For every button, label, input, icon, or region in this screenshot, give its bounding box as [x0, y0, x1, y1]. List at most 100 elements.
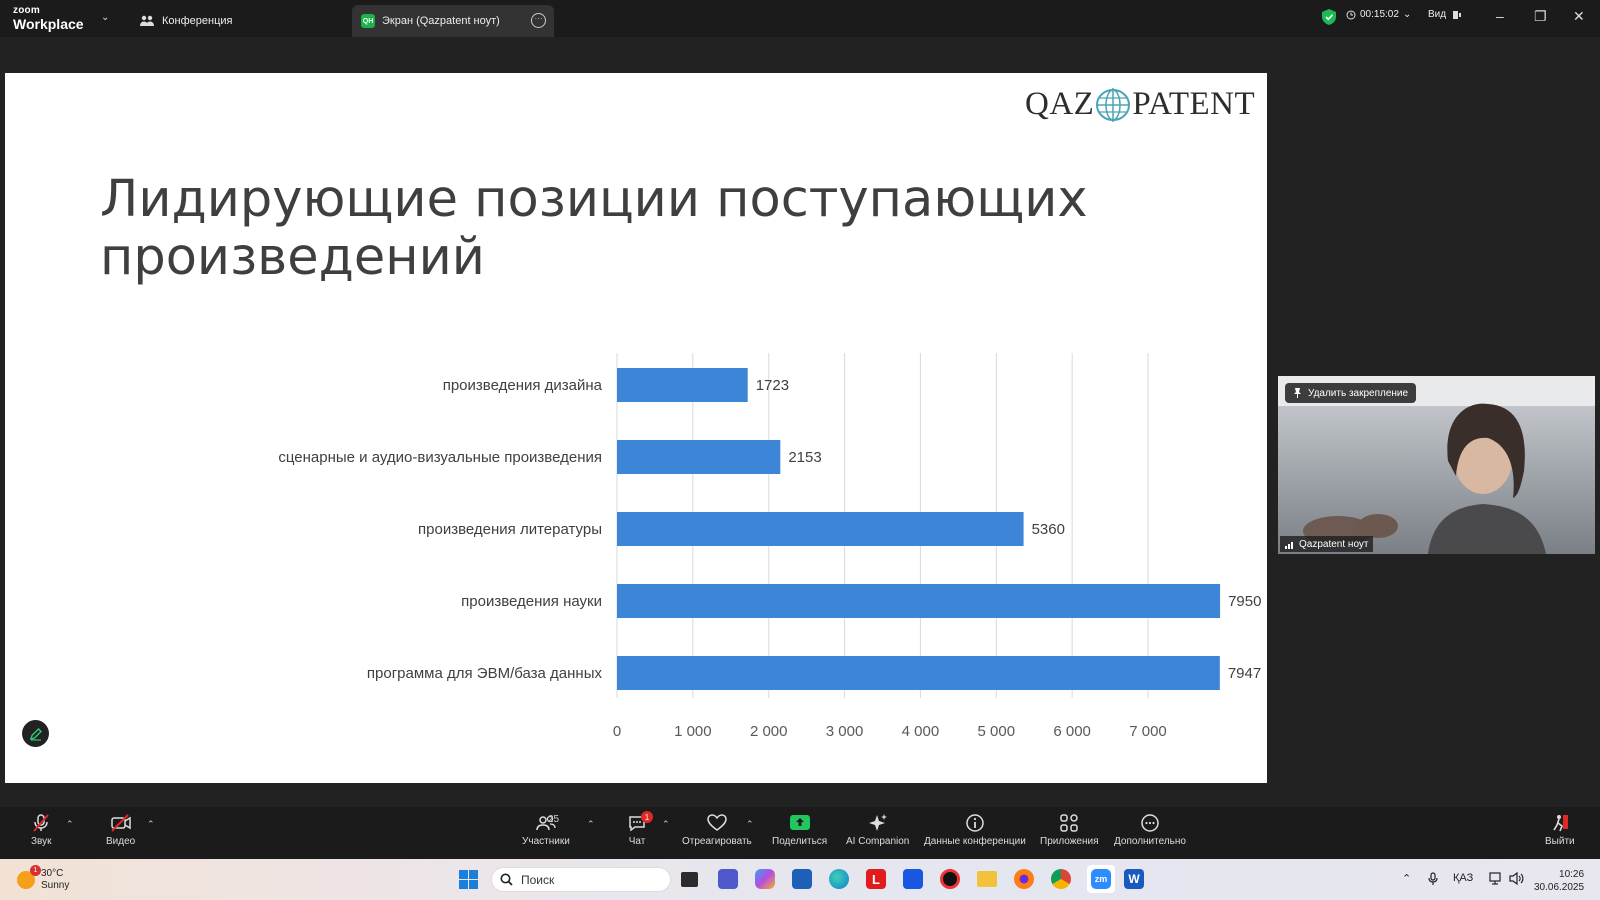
category-label: сценарные и аудио-визуальные произведени…	[278, 449, 602, 466]
view-button[interactable]: Вид	[1428, 9, 1462, 20]
heart-icon	[707, 814, 727, 831]
x-tick-label: 6 000	[1053, 723, 1091, 740]
participants-count: 25	[548, 814, 560, 825]
windows-taskbar: 1 30°C Sunny Поиск L zm W ⌃ ҚАЗ 10:26 30…	[0, 859, 1600, 900]
leave-button[interactable]: Выйти	[1545, 813, 1575, 847]
bar-value-label: 7947	[1228, 665, 1261, 682]
zoom-workplace-logo[interactable]: zoom Workplace	[13, 6, 84, 32]
weather-badge: 1	[30, 865, 41, 876]
share-button[interactable]: Поделиться	[772, 813, 827, 847]
x-tick-label: 7 000	[1129, 723, 1167, 740]
bar	[617, 440, 781, 474]
bar-value-label: 7950	[1228, 593, 1261, 610]
participants-label: Участники	[522, 836, 570, 847]
mic-muted-icon	[33, 814, 50, 832]
video-options-caret-icon[interactable]: ⌃	[147, 819, 155, 830]
chat-button[interactable]: 1 Чат	[627, 811, 653, 847]
category-label: произведения литературы	[418, 521, 602, 538]
ai-companion-button[interactable]: AI Companion	[846, 813, 909, 847]
participants-button[interactable]: 25 Участники	[522, 813, 570, 847]
apps-button[interactable]: Приложения	[1040, 813, 1099, 847]
pin-icon	[1294, 388, 1301, 398]
minimize-icon[interactable]: –	[1496, 8, 1504, 24]
edge-browser-icon[interactable]	[829, 869, 849, 889]
react-label: Отреагировать	[682, 836, 752, 847]
meeting-toolbar: Звук ⌃ Видео ⌃ 25 Участники ⌃ 1 Чат ⌃ От…	[0, 807, 1600, 859]
chrome-icon[interactable]	[1051, 869, 1071, 889]
restore-icon[interactable]: ❐	[1534, 8, 1547, 25]
chevron-down-icon[interactable]: ⌄	[101, 12, 109, 23]
search-placeholder: Поиск	[521, 872, 555, 887]
microphone-icon[interactable]	[1428, 872, 1438, 886]
video-label: Видео	[106, 836, 136, 847]
weather-condition: Sunny	[41, 880, 70, 891]
taskbar-search-box[interactable]: Поиск	[491, 867, 671, 892]
encryption-shield-icon[interactable]	[1322, 9, 1336, 25]
bar-value-label: 2153	[788, 449, 821, 466]
x-tick-label: 4 000	[902, 723, 940, 740]
category-label: программа для ЭВМ/база данных	[367, 665, 603, 682]
app-dots-icon[interactable]	[903, 869, 923, 889]
video-button[interactable]: Видео	[106, 813, 135, 847]
record-icon[interactable]	[940, 869, 960, 889]
weather-widget[interactable]: 1 30°C Sunny	[17, 865, 70, 892]
react-caret-icon[interactable]: ⌃	[746, 819, 754, 830]
participant-video-tile[interactable]: Удалить закрепление Qazpatent ноут	[1278, 376, 1595, 554]
audio-options-caret-icon[interactable]: ⌃	[66, 819, 74, 830]
category-label: произведения науки	[461, 593, 602, 610]
apps-icon	[1060, 814, 1078, 832]
more-options-icon[interactable]: ···	[531, 13, 546, 28]
close-icon[interactable]: ✕	[1573, 8, 1585, 25]
tab-meeting[interactable]: Конференция	[140, 5, 232, 37]
network-icon[interactable]	[1489, 872, 1503, 885]
clock-date: 30.06.2025	[1534, 882, 1585, 893]
show-hidden-icons-icon[interactable]: ⌃	[1402, 872, 1411, 885]
teams-icon[interactable]	[718, 869, 738, 889]
search-icon	[500, 873, 513, 886]
tab-meeting-label: Конференция	[162, 15, 233, 27]
keyboard-language[interactable]: ҚАЗ	[1453, 872, 1473, 884]
participants-caret-icon[interactable]: ⌃	[587, 819, 595, 830]
x-tick-label: 5 000	[978, 723, 1016, 740]
unpin-button[interactable]: Удалить закрепление	[1285, 383, 1417, 403]
leave-label: Выйти	[1545, 836, 1575, 847]
meeting-info-button[interactable]: Данные конференции	[924, 813, 1026, 847]
leave-icon	[1553, 815, 1568, 832]
meeting-timer[interactable]: 00:15:02 ⌄	[1346, 9, 1411, 20]
view-layout-icon	[1453, 10, 1462, 19]
screen-share-icon: QH	[361, 14, 375, 28]
chat-unread-badge: 1	[641, 811, 653, 823]
copilot-icon[interactable]	[755, 869, 775, 889]
volume-icon[interactable]	[1509, 872, 1524, 885]
react-button[interactable]: Отреагировать	[682, 813, 752, 847]
bar	[617, 512, 1024, 546]
audio-label: Звук	[31, 836, 52, 847]
participant-name: Qazpatent ноут	[1299, 538, 1369, 550]
tab-screen-share[interactable]: QH Экран (Qazpatent ноут) ···	[352, 5, 554, 37]
task-view-icon[interactable]	[681, 872, 698, 887]
word-icon[interactable]: W	[1124, 869, 1144, 889]
chat-label: Чат	[628, 836, 646, 847]
pen-icon	[29, 727, 42, 741]
clock-icon	[1346, 10, 1356, 19]
more-dots-icon	[1141, 814, 1159, 832]
x-tick-label: 0	[613, 723, 621, 740]
microsoft-store-icon[interactable]	[792, 869, 812, 889]
audio-button[interactable]: Звук	[31, 813, 52, 847]
apps-label: Приложения	[1040, 836, 1099, 847]
zoom-app-icon[interactable]: zm	[1087, 865, 1115, 893]
lingualeo-icon[interactable]: L	[866, 869, 886, 889]
file-explorer-icon[interactable]	[977, 871, 997, 887]
chat-caret-icon[interactable]: ⌃	[662, 819, 670, 830]
sparkle-icon	[868, 814, 887, 831]
share-screen-icon	[789, 815, 810, 830]
system-clock[interactable]: 10:26 30.06.2025	[1534, 868, 1584, 894]
firefox-icon[interactable]	[1014, 869, 1034, 889]
annotate-button[interactable]	[22, 720, 49, 747]
temperature: 30°C	[41, 868, 64, 879]
bar	[617, 368, 748, 402]
windows-start-icon[interactable]	[459, 870, 478, 889]
share-label: Поделиться	[772, 836, 828, 847]
more-button[interactable]: Дополнительно	[1114, 813, 1186, 847]
signal-bars-icon	[1285, 541, 1293, 549]
